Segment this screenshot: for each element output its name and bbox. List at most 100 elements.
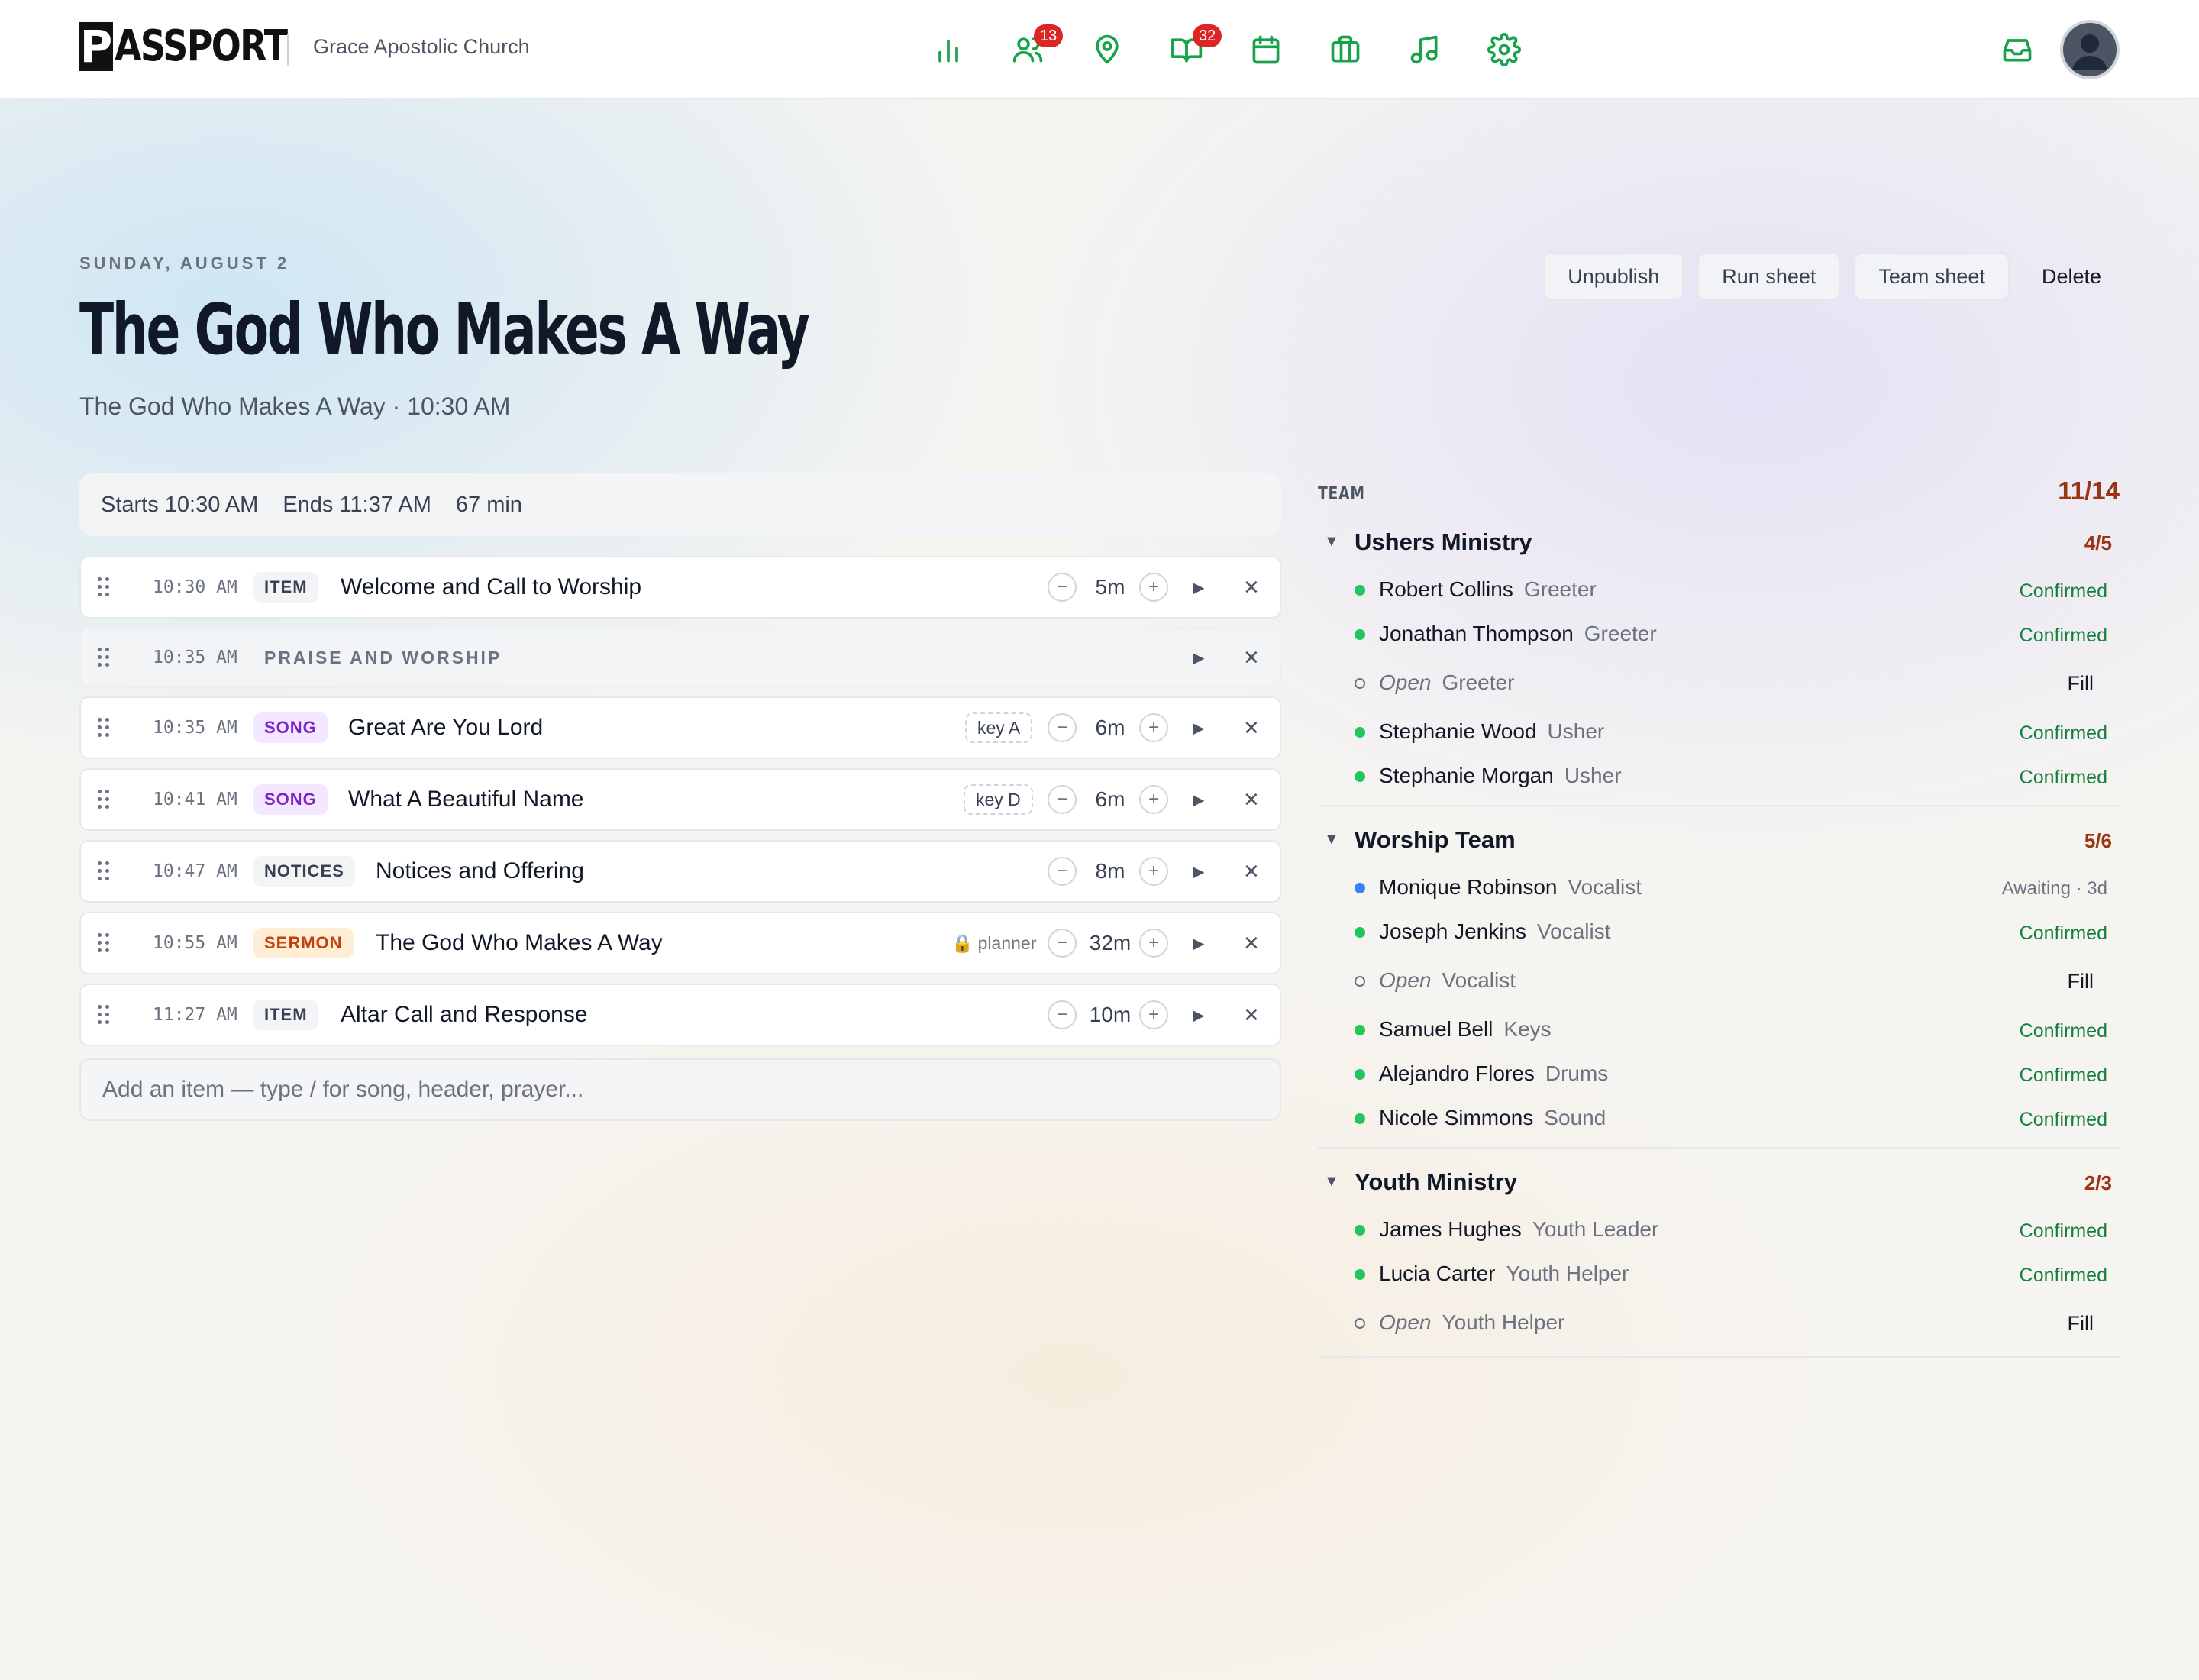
nav-library[interactable]: 32 xyxy=(1147,23,1226,76)
team-member-row[interactable]: Lucia Carter Youth Helper Confirmed xyxy=(1318,1251,2120,1295)
team-header: TEAM 11/14 xyxy=(1318,477,2120,510)
drag-handle-icon[interactable] xyxy=(98,577,111,597)
remove-item-icon[interactable]: ✕ xyxy=(1243,716,1260,740)
song-key-badge[interactable]: key A xyxy=(965,712,1033,743)
drag-handle-icon[interactable] xyxy=(98,933,111,953)
delete-button[interactable]: Delete xyxy=(2023,252,2120,301)
member-status: Confirmed xyxy=(2019,580,2107,602)
item-time: 10:35 AM xyxy=(153,648,237,667)
group-header[interactable]: ▼ Ushers Ministry 4/5 xyxy=(1318,524,2120,567)
team-member-row[interactable]: Stephanie Wood Usher Confirmed xyxy=(1318,709,2120,753)
team-sheet-button[interactable]: Team sheet xyxy=(1854,252,2010,301)
decrease-duration-button[interactable]: − xyxy=(1048,785,1077,814)
drag-handle-icon[interactable] xyxy=(98,718,111,738)
section-header-title[interactable]: PRAISE AND WORSHIP xyxy=(264,648,502,668)
increase-duration-button[interactable]: + xyxy=(1139,785,1168,814)
decrease-duration-button[interactable]: − xyxy=(1048,929,1077,958)
team-member-row[interactable]: Monique Robinson Vocalist Awaiting · 3d xyxy=(1318,864,2120,909)
play-icon[interactable]: ▶ xyxy=(1193,578,1204,597)
team-member-row[interactable]: Robert Collins Greeter Confirmed xyxy=(1318,567,2120,611)
caret-down-icon[interactable]: ▼ xyxy=(1324,533,1339,551)
team-member-row[interactable]: Nicole Simmons Sound Confirmed xyxy=(1318,1095,2120,1139)
decrease-duration-button[interactable]: − xyxy=(1048,1000,1077,1029)
lock-icon: 🔒 xyxy=(951,932,974,953)
play-icon[interactable]: ▶ xyxy=(1193,648,1204,667)
song-key-badge[interactable]: key D xyxy=(964,784,1033,815)
play-icon[interactable]: ▶ xyxy=(1193,790,1204,809)
status-dot xyxy=(1355,883,1365,893)
status-dot xyxy=(1355,1269,1365,1280)
item-title[interactable]: Altar Call and Response xyxy=(341,1002,588,1028)
fill-button[interactable]: Fill xyxy=(2068,1312,2094,1336)
caret-down-icon[interactable]: ▼ xyxy=(1324,1173,1339,1191)
add-item-input[interactable]: Add an item — type / for song, header, p… xyxy=(79,1058,1281,1121)
logo-wordmark: ASSPORT xyxy=(115,21,288,71)
nav-people[interactable]: 13 xyxy=(988,23,1067,76)
team-member-row[interactable]: Stephanie Morgan Usher Confirmed xyxy=(1318,753,2120,797)
item-title[interactable]: Notices and Offering xyxy=(376,858,584,884)
caret-down-icon[interactable]: ▼ xyxy=(1324,831,1339,848)
service-item-row[interactable]: 10:47 AM NOTICES Notices and Offering − … xyxy=(79,840,1281,903)
increase-duration-button[interactable]: + xyxy=(1139,929,1168,958)
decrease-duration-button[interactable]: − xyxy=(1048,713,1077,742)
order-of-service: Starts 10:30 AM Ends 11:37 AM 67 min 10:… xyxy=(79,473,1281,1121)
unpublish-button[interactable]: Unpublish xyxy=(1543,252,1684,301)
drag-handle-icon[interactable] xyxy=(98,790,111,809)
increase-duration-button[interactable]: + xyxy=(1139,573,1168,602)
nav-calendar[interactable] xyxy=(1226,23,1306,76)
fill-button[interactable]: Fill xyxy=(2068,672,2094,696)
run-sheet-button[interactable]: Run sheet xyxy=(1697,252,1841,301)
team-member-row[interactable]: Joseph Jenkins Vocalist Confirmed xyxy=(1318,909,2120,953)
member-name: Jonathan Thompson xyxy=(1379,622,1574,645)
service-item-row[interactable]: 10:41 AM SONG What A Beautiful Name key … xyxy=(79,768,1281,831)
team-member-row[interactable]: James Hughes Youth Leader Confirmed xyxy=(1318,1207,2120,1251)
inbox-button[interactable] xyxy=(2000,32,2037,69)
service-item-row[interactable]: 10:30 AM ITEM Welcome and Call to Worshi… xyxy=(79,556,1281,619)
nav-music[interactable] xyxy=(1385,23,1464,76)
group-header[interactable]: ▼ Worship Team 5/6 xyxy=(1318,822,2120,864)
fill-button[interactable]: Fill xyxy=(2068,970,2094,993)
nav-reports[interactable] xyxy=(909,23,988,76)
drag-handle-icon[interactable] xyxy=(98,1005,111,1025)
item-time: 10:35 AM xyxy=(153,718,237,738)
team-member-row[interactable]: Alejandro Flores Drums Confirmed xyxy=(1318,1051,2120,1095)
increase-duration-button[interactable]: + xyxy=(1139,1000,1168,1029)
user-avatar[interactable] xyxy=(2060,20,2120,79)
remove-item-icon[interactable]: ✕ xyxy=(1243,646,1260,670)
play-icon[interactable]: ▶ xyxy=(1193,719,1204,738)
member-role: Vocalist xyxy=(1442,968,1516,992)
service-item-row[interactable]: 10:35 AM SONG Great Are You Lord key A −… xyxy=(79,696,1281,759)
remove-item-icon[interactable]: ✕ xyxy=(1243,932,1260,955)
remove-item-icon[interactable]: ✕ xyxy=(1243,860,1260,884)
item-title[interactable]: Great Are You Lord xyxy=(348,715,543,741)
member-role: Drums xyxy=(1545,1061,1609,1085)
item-type-tag: ITEM xyxy=(253,1000,318,1030)
group-header[interactable]: ▼ Youth Ministry 2/3 xyxy=(1318,1164,2120,1207)
member-role: Greeter xyxy=(1584,622,1657,645)
remove-item-icon[interactable]: ✕ xyxy=(1243,1003,1260,1027)
team-member-row[interactable]: Jonathan Thompson Greeter Confirmed xyxy=(1318,611,2120,655)
play-icon[interactable]: ▶ xyxy=(1193,1006,1204,1025)
nav-settings[interactable] xyxy=(1464,23,1544,76)
decrease-duration-button[interactable]: − xyxy=(1048,857,1077,886)
member-status: Confirmed xyxy=(2019,1220,2107,1242)
team-member-row[interactable]: Samuel Bell Keys Confirmed xyxy=(1318,1006,2120,1051)
service-item-row[interactable]: 10:55 AM SERMON The God Who Makes A Way … xyxy=(79,912,1281,974)
nav-ministries[interactable] xyxy=(1306,23,1385,76)
play-icon[interactable]: ▶ xyxy=(1193,934,1204,953)
increase-duration-button[interactable]: + xyxy=(1139,713,1168,742)
remove-item-icon[interactable]: ✕ xyxy=(1243,788,1260,812)
item-title[interactable]: What A Beautiful Name xyxy=(348,787,584,813)
drag-handle-icon[interactable] xyxy=(98,861,111,881)
section-header-row[interactable]: 10:35 AM PRAISE AND WORSHIP ▶ ✕ xyxy=(79,628,1281,687)
item-title[interactable]: Welcome and Call to Worship xyxy=(341,574,641,600)
drag-handle-icon[interactable] xyxy=(98,648,111,667)
decrease-duration-button[interactable]: − xyxy=(1048,573,1077,602)
play-icon[interactable]: ▶ xyxy=(1193,862,1204,881)
service-item-row[interactable]: 11:27 AM ITEM Altar Call and Response − … xyxy=(79,984,1281,1046)
remove-item-icon[interactable]: ✕ xyxy=(1243,576,1260,599)
nav-locations[interactable] xyxy=(1067,23,1147,76)
member-role: Youth Helper xyxy=(1506,1262,1629,1285)
increase-duration-button[interactable]: + xyxy=(1139,857,1168,886)
item-title[interactable]: The God Who Makes A Way xyxy=(376,930,663,956)
